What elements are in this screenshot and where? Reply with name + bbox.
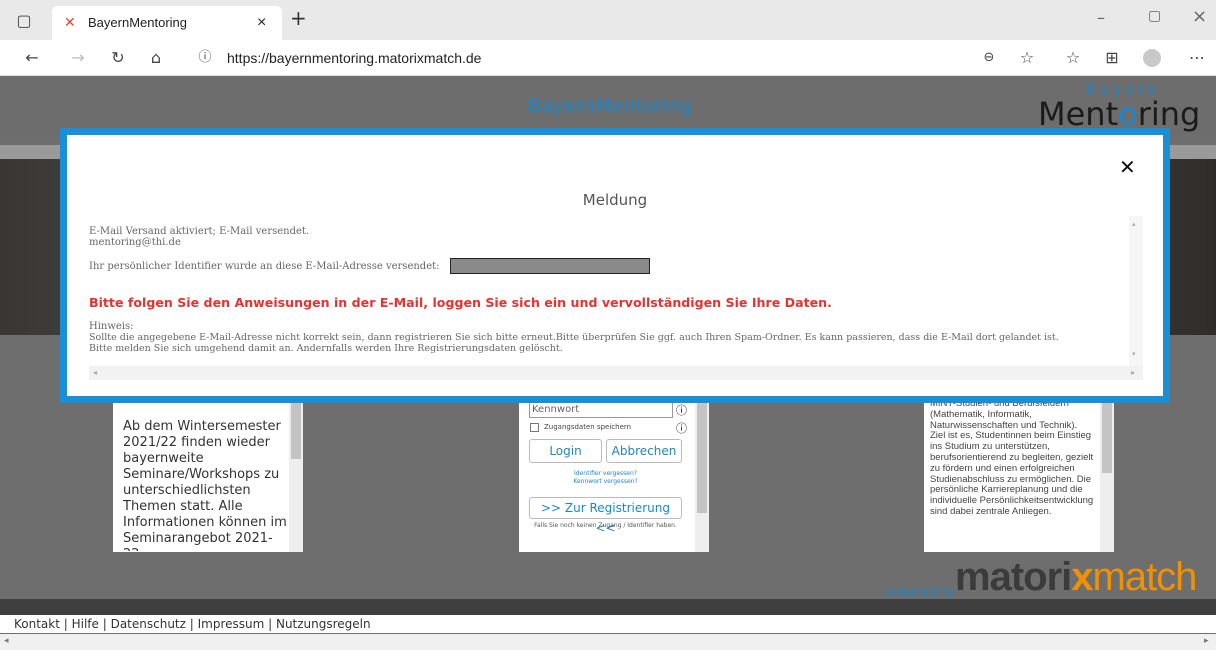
cancel-button[interactable]: Abbrechen [606,439,682,463]
restore-icon[interactable]: ▢ [1148,8,1161,24]
new-tab-icon[interactable]: + [290,6,307,30]
back-icon[interactable]: ← [20,46,44,70]
footer-bar [0,599,1216,615]
zoom-icon[interactable]: ⊖ [977,46,1001,70]
profile-avatar[interactable] [1143,49,1161,67]
mail-sender-line: mentoring@thi.de [89,237,181,248]
hint-label: Hinweis: [89,321,134,332]
password-field[interactable]: Kennwort [529,402,673,418]
left-panel-text: Ab dem Wintersemester 2021/22 finden wie… [123,419,287,551]
right-info-panel: MINT-Studien- und Berufsfeldern (Mathema… [924,399,1114,552]
forgot-password-link[interactable]: Kennwort vergessen? [529,478,682,485]
favorites-icon[interactable]: ☆ [1061,46,1085,70]
forward-icon[interactable]: → [66,46,90,70]
footer-links[interactable]: Kontakt | Hilfe | Datenschutz | Impressu… [0,615,1216,633]
remember-label: Zugangsdaten speichern [544,423,632,431]
browser-toolbar: ← → ↻ ⌂ ⓘ https://bayernmentoring.matori… [0,40,1216,76]
right-panel-text: MINT-Studien- und Berufsfeldern (Mathema… [930,399,1094,517]
login-button[interactable]: Login [529,439,602,463]
site-title: BayernMentoring [528,95,692,117]
favicon-icon: ✕ [64,15,76,31]
remember-checkbox[interactable] [530,423,539,432]
site-header: BayernMentoring Bayern Mentoring [0,77,1216,135]
login-panel-scrollbar[interactable] [695,399,709,552]
forgot-identifier-link[interactable]: Identifier vergessen? [529,470,682,477]
tab-title: BayernMentoring [88,15,187,30]
dialog-horizontal-scrollbar[interactable]: ◂ ▸ [89,366,1143,380]
minimize-icon[interactable]: – [1097,8,1105,27]
browser-tab[interactable]: ✕ BayernMentoring × [52,6,282,40]
password-info-icon[interactable]: ⓘ [676,402,687,418]
hint-text-1: Sollte die angegebene E-Mail-Adresse nic… [89,332,1059,343]
register-hint: Falls Sie noch keinen Zugang / Identifie… [534,522,677,529]
home-icon[interactable]: ⌂ [144,46,168,70]
page-horizontal-scrollbar[interactable]: ◂ ▸ [0,634,1216,650]
remember-info-icon[interactable]: ⓘ [676,420,687,436]
dialog-vertical-scrollbar[interactable]: ▴ ▾ [1129,216,1143,366]
right-panel-scrollbar[interactable] [1100,399,1114,552]
favorite-add-icon[interactable]: ☆ [1015,46,1039,70]
dialog-close-icon[interactable]: ✕ [1119,155,1136,179]
collections-icon[interactable]: ⊞ [1100,46,1124,70]
instruction-alert: Bitte folgen Sie den Anweisungen in der … [89,295,832,310]
dialog-title: Meldung [582,191,648,209]
tab-actions-icon[interactable]: ▢ [12,9,36,33]
message-dialog: ✕ Meldung E-Mail Versand aktiviert; E-Ma… [60,128,1170,403]
identifier-sent-text: Ihr persönlicher Identifier wurde an die… [89,261,440,272]
dialog-content: E-Mail Versand aktiviert; E-Mail versend… [89,216,1149,366]
hint-text-2: Bitte melden Sie sich umgehend damit an.… [89,343,563,354]
refresh-icon[interactable]: ↻ [106,46,130,70]
address-bar[interactable]: https://bayernmentoring.matorixmatch.de [227,50,481,66]
redacted-email-box [450,258,650,274]
message-dialog-body: ✕ Meldung E-Mail Versand aktiviert; E-Ma… [67,135,1163,396]
tab-close-icon[interactable]: × [257,14,266,32]
left-panel-scrollbar[interactable] [289,399,303,552]
window-close-icon[interactable]: × [1192,6,1207,27]
more-icon[interactable]: ⋯ [1185,46,1209,70]
powered-by-label: powered by [884,585,955,599]
left-info-panel: Ab dem Wintersemester 2021/22 finden wie… [113,399,303,552]
login-panel: Kennwort ⓘ Zugangsdaten speichern ⓘ Logi… [519,399,709,552]
mail-status-line: E-Mail Versand aktiviert; E-Mail versend… [89,226,310,237]
register-button[interactable]: >> Zur Registrierung << [529,497,682,535]
matorixmatch-logo: matorixmatch [955,555,1197,599]
info-icon[interactable]: ⓘ [193,46,217,70]
browser-tab-bar: ▢ ✕ BayernMentoring × + – ▢ × [0,0,1216,40]
